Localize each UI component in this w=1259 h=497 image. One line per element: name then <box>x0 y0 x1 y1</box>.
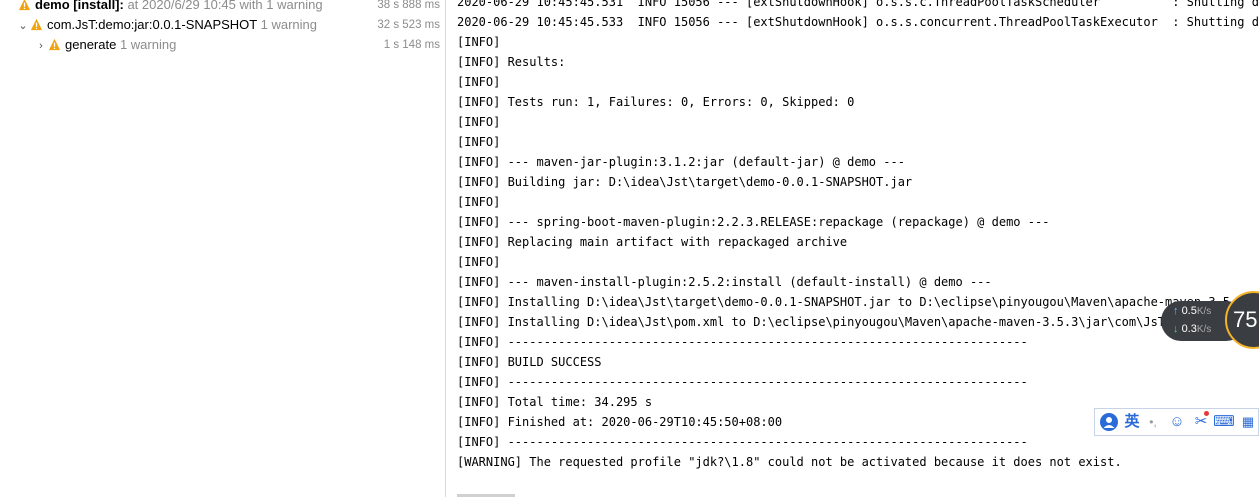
download-unit: K/s <box>1196 324 1212 335</box>
download-speed: ↓ 0.3K/s <box>1173 323 1211 335</box>
tree-row-generate[interactable]: › generate 1 warning 1 s 148 ms <box>0 35 445 55</box>
upload-unit: K/s <box>1196 306 1212 317</box>
network-speed-widget[interactable]: ↑ 0.5K/s ↓ 0.3K/s 75 <box>1158 291 1259 351</box>
warning-icon <box>48 38 61 51</box>
emoji-icon[interactable]: ☺ <box>1167 412 1187 432</box>
panel-divider[interactable] <box>445 0 446 497</box>
ime-punctuation-icon[interactable]: •, <box>1145 412 1161 432</box>
console-line: [INFO] <box>457 35 501 49</box>
ime-logo-icon[interactable] <box>1099 412 1119 432</box>
build-tree-panel: demo [install]: at 2020/6/29 10:45 with … <box>0 0 445 497</box>
console-line: 2020-06-29 10:45:45.531 INFO 15056 --- [… <box>457 0 1259 9</box>
console-line: [INFO] BUILD SUCCESS <box>457 355 602 369</box>
download-arrow-icon: ↓ <box>1173 323 1179 335</box>
chevron-right-icon[interactable]: › <box>34 36 48 56</box>
tree-row-name: demo [install]: <box>35 0 124 12</box>
tree-row-summary: at 2020/6/29 10:45 with 1 warning <box>123 0 323 12</box>
ime-language-toggle[interactable]: 英 <box>1123 412 1141 432</box>
console-line: [INFO] <box>457 115 501 129</box>
keyboard-icon[interactable]: ⌨ <box>1213 412 1235 432</box>
tree-row-duration: 1 s 148 ms <box>383 39 440 51</box>
console-line: [INFO] Tests run: 1, Failures: 0, Errors… <box>457 95 855 109</box>
console-line: [INFO] Replacing main artifact with repa… <box>457 235 848 249</box>
tree-row-name: generate <box>65 37 117 52</box>
console-line: [INFO] Results: <box>457 55 566 69</box>
console-line: [WARNING] The requested profile "jdk?\1.… <box>457 455 1122 469</box>
tree-row-demo-install[interactable]: demo [install]: at 2020/6/29 10:45 with … <box>0 0 445 15</box>
upload-arrow-icon: ↑ <box>1173 305 1179 317</box>
tree-row-summary: 1 warning <box>116 37 177 52</box>
console-line: [INFO] <box>457 135 501 149</box>
console-line: [INFO] <box>457 255 501 269</box>
console-line: [INFO] <box>457 75 501 89</box>
console-line: [INFO] ---------------------------------… <box>457 375 1028 389</box>
console-line: [INFO] Building jar: D:\idea\Jst\target\… <box>457 175 913 189</box>
tree-row-name: com.JsT:demo:jar:0.0.1-SNAPSHOT <box>47 17 257 32</box>
console-line: [INFO] ---------------------------------… <box>457 335 1028 349</box>
warning-icon <box>18 0 31 11</box>
console-line: [INFO] --- maven-install-plugin:2.5.2:in… <box>457 275 992 289</box>
console-line: [INFO] <box>457 195 501 209</box>
notification-dot <box>1204 411 1209 416</box>
chevron-down-icon[interactable]: ⌄ <box>16 16 30 36</box>
warning-icon <box>30 18 43 31</box>
tree-row-duration: 32 s 523 ms <box>377 19 440 31</box>
console-line: [INFO] Installing D:\idea\Jst\target\dem… <box>457 295 1259 309</box>
console-line: [INFO] --- spring-boot-maven-plugin:2.2.… <box>457 215 1050 229</box>
console-output[interactable]: 2020-06-29 10:45:45.531 INFO 15056 --- [… <box>457 0 1259 472</box>
tree-row-summary: 1 warning <box>257 17 317 32</box>
upload-speed: ↑ 0.5K/s <box>1173 305 1211 317</box>
tree-row-duration: 38 s 888 ms <box>377 0 440 11</box>
grid-menu-icon[interactable]: ▦ <box>1239 412 1257 432</box>
upload-value: 0.5 <box>1181 305 1197 317</box>
tree-row-jar-module[interactable]: ⌄ com.JsT:demo:jar:0.0.1-SNAPSHOT 1 warni… <box>0 15 445 35</box>
console-line: [INFO] Installing D:\idea\Jst\pom.xml to… <box>457 315 1259 329</box>
console-line: [INFO] --- maven-jar-plugin:3.1.2:jar (d… <box>457 155 905 169</box>
ime-toolbar: 英 •, ☺ ✂ ⌨ ▦ <box>1094 408 1259 436</box>
console-line: 2020-06-29 10:45:45.533 INFO 15056 --- [… <box>457 15 1259 29</box>
download-value: 0.3 <box>1181 323 1197 335</box>
